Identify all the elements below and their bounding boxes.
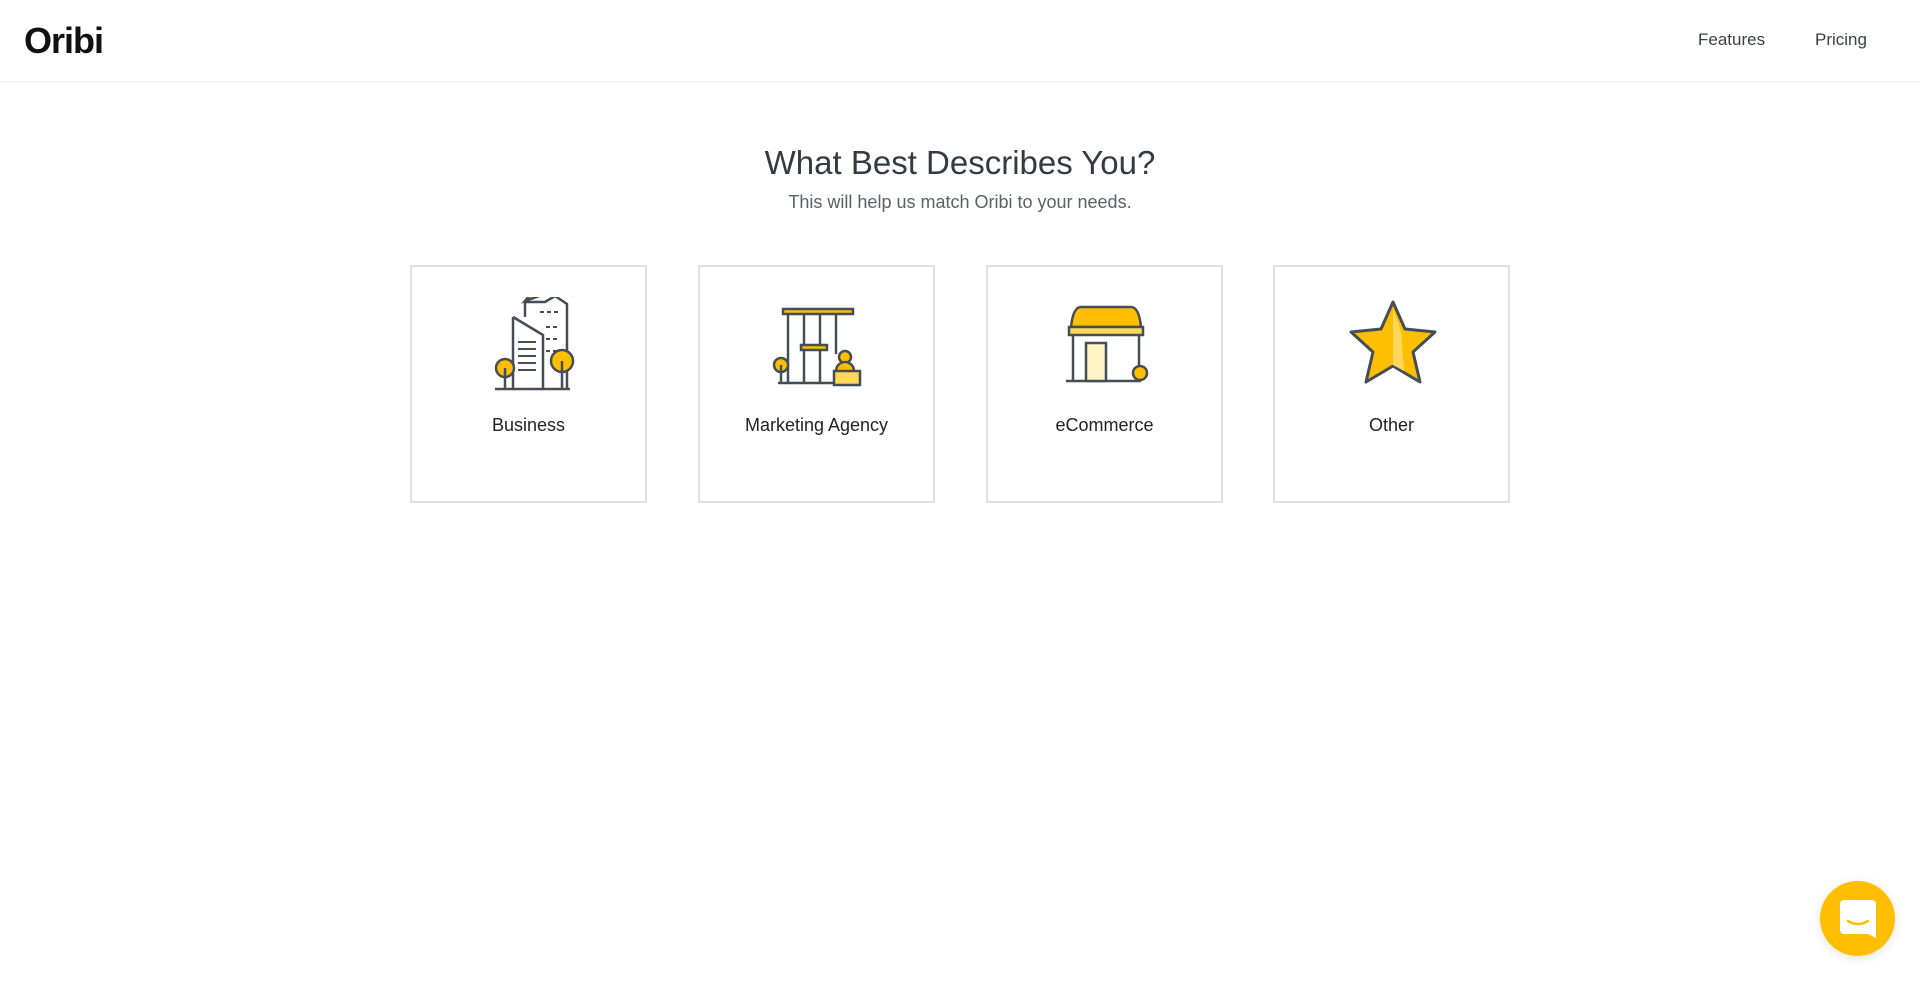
chat-launcher-button[interactable] [1820,881,1895,956]
buildings-icon [494,297,575,391]
page-subtitle: This will help us match Oribi to your ne… [788,192,1132,212]
option-label: eCommerce [1055,415,1154,435]
oribi-logo[interactable]: Oribi [24,20,104,62]
chat-smile-icon [1840,900,1876,938]
storefront-icon [1066,305,1149,383]
option-ecommerce[interactable]: eCommerce [986,265,1223,503]
page-title: What Best Describes You? [764,144,1156,181]
star-icon [1349,300,1437,384]
option-business[interactable]: Business [410,265,647,503]
option-label: Marketing Agency [744,415,889,435]
option-other[interactable]: Other [1273,265,1510,503]
nav-pricing[interactable]: Pricing [1815,30,1867,50]
option-label: Business [491,415,566,435]
nav-features[interactable]: Features [1698,30,1765,50]
header: Oribi Features Pricing [0,0,1920,82]
agency-office-icon [772,307,862,387]
option-label: Other [1368,415,1415,435]
option-marketing-agency[interactable]: Marketing Agency [698,265,935,503]
